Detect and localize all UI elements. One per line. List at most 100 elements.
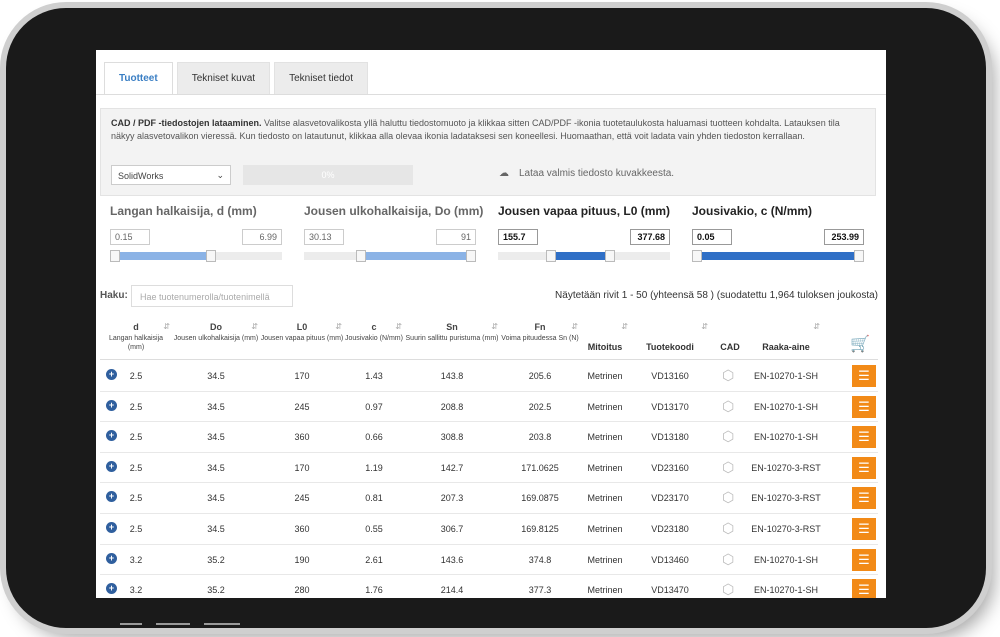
document-icon[interactable]: ☰: [852, 456, 876, 479]
cell-l0: 360: [294, 523, 310, 534]
filter-max-input[interactable]: 377.68: [630, 229, 670, 245]
table-row[interactable]: +2.5 34.5 360 0.55 306.7 169.8125 Metrinen VD23…: [100, 514, 878, 545]
cart-icon[interactable]: 🛒: [850, 334, 870, 354]
table-row[interactable]: +2.5 34.5 245 0.81 207.3 169.0875 Metrinen VD23…: [100, 483, 878, 514]
filter-spring-rate: Jousivakio, c (N/mm) 0.05 253.99: [692, 204, 864, 262]
cube-icon[interactable]: ⬡: [722, 490, 734, 504]
cell-fn: 203.8: [528, 432, 552, 443]
document-icon[interactable]: ☰: [852, 426, 876, 449]
table-header: d Langan halkaisija (mm) ⇵ Do Jousen ulk…: [100, 314, 878, 360]
search-input[interactable]: Hae tuotenumerolla/tuotenimellä: [131, 285, 293, 307]
table-row[interactable]: +2.5 34.5 245 0.97 208.8 202.5 Metrinen VD13170…: [100, 392, 878, 423]
range-slider[interactable]: [498, 250, 670, 262]
slider-handle-max[interactable]: [604, 250, 615, 262]
file-format-select[interactable]: SolidWorks ⌄: [111, 165, 231, 185]
column-header-l0[interactable]: L0 Jousen vapaa pituus (mm) ⇵: [260, 314, 344, 360]
filter-label: Jousen ulkohalkaisija, Do (mm): [304, 204, 484, 218]
document-icon[interactable]: ☰: [852, 365, 876, 387]
screen: Tuotteet Tekniset kuvat Tekniset tiedot …: [96, 50, 886, 598]
column-header-tuotekoodi[interactable]: Tuotekoodi ⇵: [630, 314, 710, 360]
filter-min-input[interactable]: 0.15: [110, 229, 150, 245]
indicator-bar: [156, 623, 190, 625]
column-header-do[interactable]: Do Jousen ulkohalkaisija (mm) ⇵: [172, 314, 260, 360]
tab-tuotteet[interactable]: Tuotteet: [104, 62, 173, 94]
column-header-c[interactable]: c Jousivakio (N/mm) ⇵: [344, 314, 404, 360]
indicator-bar: [120, 623, 142, 625]
filter-max-input[interactable]: 6.99: [242, 229, 282, 245]
column-header-mitoitus[interactable]: Mitoitus ⇵: [580, 314, 630, 360]
slider-handle-min[interactable]: [355, 250, 366, 262]
download-status[interactable]: ☁ Lataa valmis tiedosto kuvakkeesta.: [499, 167, 674, 180]
sort-icon: ⇵: [571, 322, 578, 331]
cell-mit: Metrinen: [587, 401, 623, 412]
download-progress-bar: 0%: [243, 165, 413, 185]
table-row[interactable]: +2.5 34.5 170 1.43 143.8 205.6 Metrinen VD13160…: [100, 361, 878, 392]
filter-min-input[interactable]: 30.13: [304, 229, 344, 245]
cloud-download-icon[interactable]: ☁: [499, 167, 509, 180]
filter-free-length: Jousen vapaa pituus, L0 (mm) 155.7 377.6…: [498, 204, 670, 262]
cube-icon[interactable]: ⬡: [722, 399, 734, 413]
cell-do: 35.2: [207, 554, 225, 565]
cell-mit: Metrinen: [587, 554, 623, 565]
column-header-fn[interactable]: Fn Voima pituudessa Sn (N) ⇵: [500, 314, 580, 360]
column-header-sn[interactable]: Sn Suurin sallittu puristuma (mm) ⇵: [404, 314, 500, 360]
cell-sn: 208.8: [440, 401, 464, 412]
cell-do: 34.5: [207, 371, 225, 381]
cell-l0: 245: [294, 401, 310, 412]
cell-mit: Metrinen: [587, 371, 623, 381]
cube-icon[interactable]: ⬡: [722, 460, 734, 474]
document-icon[interactable]: ☰: [852, 579, 876, 598]
filter-max-input[interactable]: 253.99: [824, 229, 864, 245]
document-icon[interactable]: ☰: [852, 487, 876, 510]
range-fill: [110, 252, 207, 260]
cell-code: VD13170: [651, 401, 689, 412]
document-icon[interactable]: ☰: [852, 517, 876, 540]
cell-code: VD13470: [651, 585, 689, 596]
tab-tekniset-tiedot[interactable]: Tekniset tiedot: [274, 62, 369, 94]
table-row[interactable]: +3.2 35.2 190 2.61 143.6 374.8 Metrinen VD13460…: [100, 545, 878, 576]
tab-tekniset-kuvat[interactable]: Tekniset kuvat: [176, 62, 271, 94]
cube-icon[interactable]: ⬡: [722, 521, 734, 535]
cell-mat: EN-10270-1-SH: [753, 554, 819, 565]
cell-code: VD13160: [651, 371, 689, 381]
cell-sn: 214.4: [440, 585, 464, 596]
sort-icon: ⇵: [621, 322, 628, 331]
column-header-d[interactable]: d Langan halkaisija (mm) ⇵: [100, 314, 172, 360]
results-info: Näytetään rivit 1 - 50 (yhteensä 58 ) (s…: [555, 290, 878, 301]
cell-do: 34.5: [207, 493, 225, 504]
table-row[interactable]: +2.5 34.5 170 1.19 142.7 171.0625 Metrinen VD23…: [100, 453, 878, 484]
range-slider[interactable]: [110, 250, 282, 262]
range-slider[interactable]: [692, 250, 864, 262]
sort-icon: ⇵: [335, 322, 342, 331]
table-row[interactable]: +3.2 35.2 280 1.76 214.4 377.3 Metrinen VD13470…: [100, 575, 878, 598]
column-header-raaka-aine[interactable]: Raaka-aine ⇵: [750, 314, 822, 360]
range-slider[interactable]: [304, 250, 476, 262]
cell-do: 35.2: [207, 585, 225, 596]
document-icon[interactable]: ☰: [852, 548, 876, 571]
filter-min-input[interactable]: 0.05: [692, 229, 732, 245]
slider-handle-max[interactable]: [854, 250, 864, 262]
cube-icon[interactable]: ⬡: [722, 582, 734, 596]
cell-mat: EN-10270-1-SH: [753, 401, 819, 412]
range-fill: [692, 252, 864, 260]
cell-l0: 280: [294, 585, 310, 596]
filter-max-input[interactable]: 91: [436, 229, 476, 245]
cell-fn: 202.5: [528, 401, 552, 412]
table-row[interactable]: +2.5 34.5 360 0.66 308.8 203.8 Metrinen VD13180…: [100, 422, 878, 453]
download-info-panel: CAD / PDF -tiedostojen lataaminen. Valit…: [100, 108, 876, 196]
cell-code: VD23180: [651, 523, 689, 534]
table-body: +2.5 34.5 170 1.43 143.8 205.6 Metrinen VD13160…: [100, 361, 878, 598]
cell-mat: EN-10270-1-SH: [753, 371, 819, 381]
cube-icon[interactable]: ⬡: [722, 368, 734, 382]
cell-mat: EN-10270-1-SH: [753, 432, 819, 443]
slider-handle-max[interactable]: [466, 250, 476, 262]
slider-handle-min[interactable]: [692, 250, 702, 262]
filter-min-input[interactable]: 155.7: [498, 229, 538, 245]
slider-handle-min[interactable]: [546, 250, 557, 262]
slider-handle-min[interactable]: [110, 250, 120, 262]
slider-handle-max[interactable]: [206, 250, 217, 262]
document-icon[interactable]: ☰: [852, 395, 876, 418]
sort-icon: ⇵: [813, 322, 820, 331]
cube-icon[interactable]: ⬡: [722, 552, 734, 566]
cube-icon[interactable]: ⬡: [722, 429, 734, 443]
